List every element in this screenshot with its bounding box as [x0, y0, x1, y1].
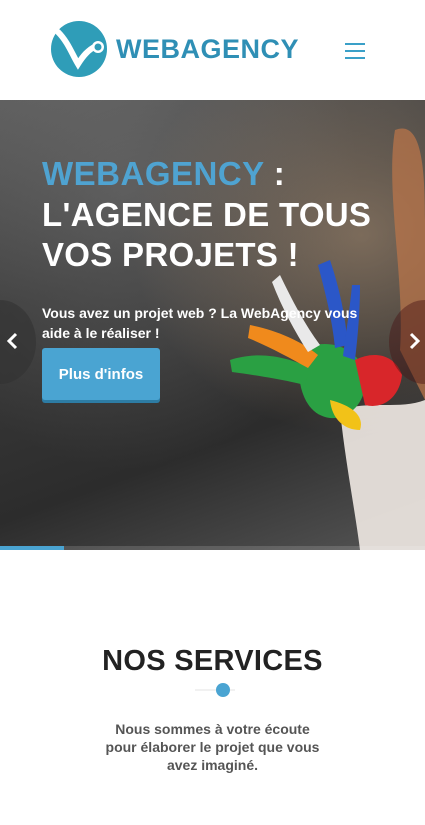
hero-title-line1: WEBAGENCY :	[42, 155, 285, 193]
services-title: NOS SERVICES	[102, 645, 323, 677]
services-text: Nous sommes à votre écoute pour élaborer…	[105, 721, 320, 773]
more-info-button[interactable]: Plus d'infos	[42, 348, 160, 400]
hero-title-line2: L'AGENCE DE TOUS VOS PROJETS !	[42, 196, 372, 273]
hero-title-accent: WEBAGENCY	[42, 155, 265, 192]
chevron-right-icon	[409, 332, 421, 350]
logo-mark-icon	[51, 21, 107, 77]
brand-logo[interactable]: WEBAGENCY	[50, 20, 299, 78]
section-divider-icon	[195, 683, 235, 697]
hero-text: Vous avez un projet web ? La WebAgency v…	[42, 305, 358, 341]
site-header: WEBAGENCY	[0, 0, 425, 100]
slider-progress-fill	[0, 546, 64, 550]
menu-button[interactable]	[345, 43, 365, 59]
hero-title-suffix: :	[264, 155, 286, 192]
brand-name: WEBAGENCY	[116, 33, 300, 64]
hero-slider: WEBAGENCY : L'AGENCE DE TOUS VOS PROJETS…	[0, 100, 425, 550]
slider-progress-track	[0, 546, 425, 550]
chevron-left-icon	[6, 332, 18, 350]
